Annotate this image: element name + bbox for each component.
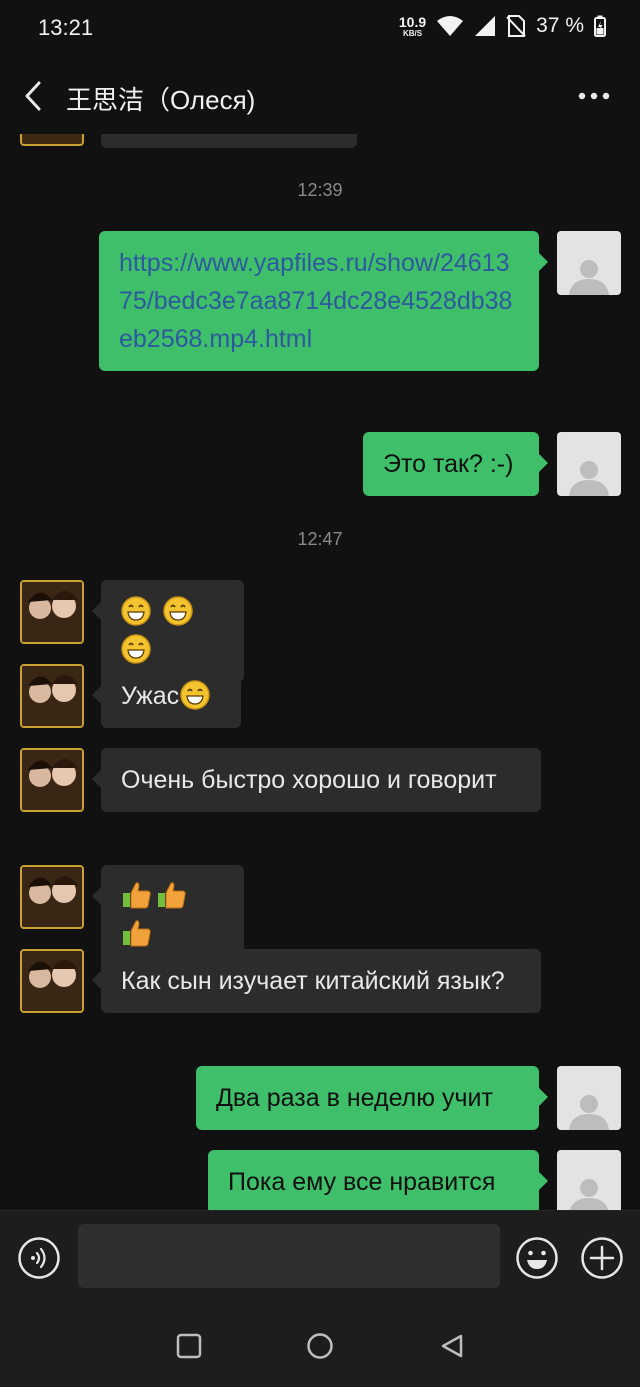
contact-photo-icon (22, 750, 82, 810)
recents-button[interactable] (167, 1324, 211, 1368)
battery-percent: 37 % (536, 14, 584, 37)
message-bubble-incoming[interactable]: Как сын изучает китайский язык? (92, 949, 541, 1013)
user-avatar[interactable] (557, 1066, 621, 1130)
network-speed: 10.9 KB/S (399, 15, 426, 38)
recents-square-icon (176, 1333, 202, 1359)
contact-photo-icon (22, 867, 82, 927)
thumbs-up-emoji-icon (121, 882, 156, 911)
default-avatar-icon (569, 1095, 609, 1130)
home-circle-icon (307, 1333, 333, 1359)
default-avatar-icon (569, 1179, 609, 1210)
message-timestamp: 12:47 (297, 529, 343, 549)
contact-photo-icon (22, 582, 82, 642)
home-button[interactable] (298, 1324, 342, 1368)
message-bubble-outgoing[interactable]: Пока ему все нравится (208, 1150, 548, 1210)
voice-icon (18, 1237, 60, 1279)
battery-icon (594, 15, 606, 37)
no-sim-icon (506, 15, 526, 37)
chat-title: 王思洁（Олеся) (66, 85, 256, 115)
message-bubble-incoming-partial[interactable] (101, 134, 357, 148)
contact-photo-icon (22, 666, 82, 726)
message-list[interactable]: 12:39 https://www.yapfiles.ru/show/24613… (0, 134, 640, 1210)
message-bubble-incoming[interactable]: Очень быстро хорошо и говорит (92, 748, 541, 812)
contact-avatar[interactable] (20, 865, 84, 929)
more-actions-button[interactable] (580, 1236, 624, 1280)
default-avatar-icon (569, 461, 609, 496)
user-avatar[interactable] (557, 432, 621, 496)
default-avatar-icon (569, 260, 609, 295)
message-text: Это так? :-) (383, 450, 514, 478)
status-bar: 13:21 10.9 KB/S 37 % (0, 0, 640, 58)
message-bubble-incoming[interactable]: Ужас (92, 664, 241, 728)
system-back-button[interactable] (430, 1324, 474, 1368)
grin-emoji-icon (163, 596, 198, 626)
network-speed-unit: KB/S (402, 28, 423, 38)
contact-avatar[interactable] (20, 664, 84, 728)
message-timestamp: 12:39 (297, 180, 343, 200)
emoji-icon (516, 1237, 558, 1279)
grin-emoji-icon (179, 680, 215, 710)
user-avatar[interactable] (557, 1150, 621, 1210)
more-dots-icon (578, 92, 610, 100)
more-button[interactable] (572, 82, 616, 110)
user-avatar[interactable] (557, 231, 621, 295)
message-text: Ужас (121, 682, 180, 710)
back-button[interactable] (16, 78, 50, 114)
grin-emoji-icon (121, 596, 163, 626)
contact-avatar[interactable] (20, 580, 84, 644)
status-time: 13:21 (38, 15, 94, 40)
grin-emoji-icon (121, 634, 156, 664)
contact-avatar[interactable] (20, 134, 84, 146)
message-bubble-outgoing[interactable]: https://www.yapfiles.ru/show/2461375/bed… (99, 231, 548, 371)
plus-icon (581, 1237, 623, 1279)
message-text-field[interactable] (78, 1224, 500, 1288)
wifi-icon (437, 16, 464, 36)
contact-avatar[interactable] (20, 949, 84, 1013)
emoji-button[interactable] (515, 1236, 559, 1280)
message-text: Очень быстро хорошо и говорит (121, 766, 497, 794)
message-bubble-outgoing[interactable]: Два раза в неделю учит (196, 1066, 548, 1130)
chat-screen: 13:21 10.9 KB/S 37 % 王思洁（Олеся) 12:39 ht… (0, 0, 640, 1387)
signal-icon (475, 16, 496, 36)
status-icons: 10.9 KB/S 37 % (399, 14, 606, 38)
message-input-bar (0, 1210, 640, 1302)
chat-header: 王思洁（Олеся) (0, 58, 640, 134)
thumbs-up-emoji-icon (156, 882, 191, 911)
message-link[interactable]: https://www.yapfiles.ru/show/2461375/bed… (119, 249, 512, 353)
message-text: Два раза в неделю учит (216, 1084, 493, 1112)
message-bubble-outgoing[interactable]: Это так? :-) (363, 432, 548, 496)
system-nav-bar (0, 1302, 640, 1387)
chevron-left-icon (25, 81, 41, 111)
contact-avatar[interactable] (20, 748, 84, 812)
message-text: Как сын изучает китайский язык? (121, 967, 505, 995)
network-speed-value: 10.9 (398, 13, 427, 30)
thumbs-up-emoji-icon (121, 920, 156, 949)
back-triangle-icon (441, 1334, 463, 1358)
contact-photo-icon (22, 951, 82, 1011)
message-text: Пока ему все нравится (228, 1168, 496, 1196)
voice-button[interactable] (17, 1236, 61, 1280)
